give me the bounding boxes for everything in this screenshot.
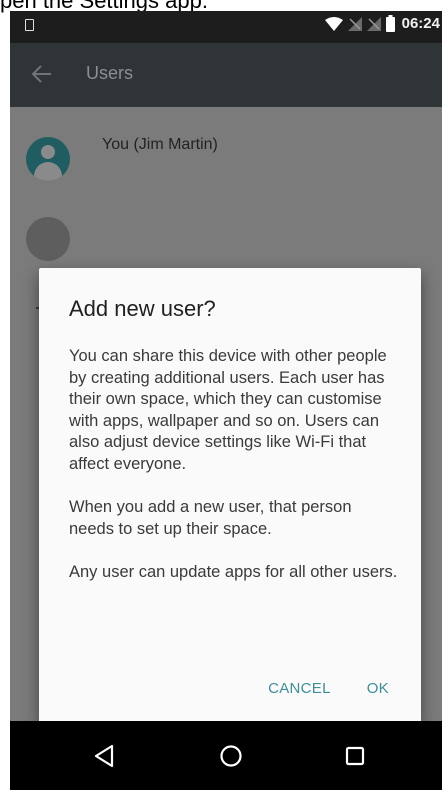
dialog-actions: CANCEL OK <box>254 670 421 706</box>
clock: 06:24 <box>401 15 440 32</box>
screenshot: pen the Settings app. 06:24 Users You (J… <box>0 0 442 790</box>
user-avatar-icon <box>26 137 70 181</box>
app-toolbar: Users <box>10 43 442 107</box>
status-icons: 06:24 <box>324 15 440 32</box>
battery-icon <box>385 15 395 32</box>
back-triangle-icon[interactable] <box>90 741 120 771</box>
page-title: Users <box>86 63 134 83</box>
add-user-avatar-icon[interactable] <box>26 217 70 261</box>
home-circle-icon[interactable] <box>216 741 246 771</box>
dialog-paragraph: When you add a new user, that person nee… <box>69 498 352 538</box>
status-bar: 06:24 <box>10 11 442 43</box>
avatar-head <box>41 145 55 159</box>
wifi-icon <box>324 16 343 31</box>
dialog-paragraph: You can share this device with other peo… <box>69 347 387 473</box>
avatar-body <box>34 162 62 181</box>
instruction-caption: pen the Settings app. <box>0 0 208 13</box>
notification-icon <box>25 19 34 31</box>
signal-icon <box>347 16 362 31</box>
arrow-back-icon[interactable] <box>31 63 53 85</box>
dialog-message: You can share this device with other peo… <box>69 346 399 606</box>
ok-button[interactable]: OK <box>353 672 403 705</box>
users-list: You (Jim Martin) Add new user? You can s… <box>10 107 442 723</box>
phone-screen: 06:24 Users You (Jim Martin) Add new use… <box>10 11 442 790</box>
navigation-bar <box>10 721 442 790</box>
signal-icon <box>366 16 381 31</box>
add-user-dialog: Add new user? You can share this device … <box>39 268 421 723</box>
dialog-paragraph: Any user can update apps for all other u… <box>69 563 398 581</box>
recents-square-icon[interactable] <box>340 741 370 771</box>
current-user-name[interactable]: You (Jim Martin) <box>102 136 218 154</box>
cancel-button[interactable]: CANCEL <box>254 672 345 705</box>
dialog-title: Add new user? <box>69 296 216 321</box>
